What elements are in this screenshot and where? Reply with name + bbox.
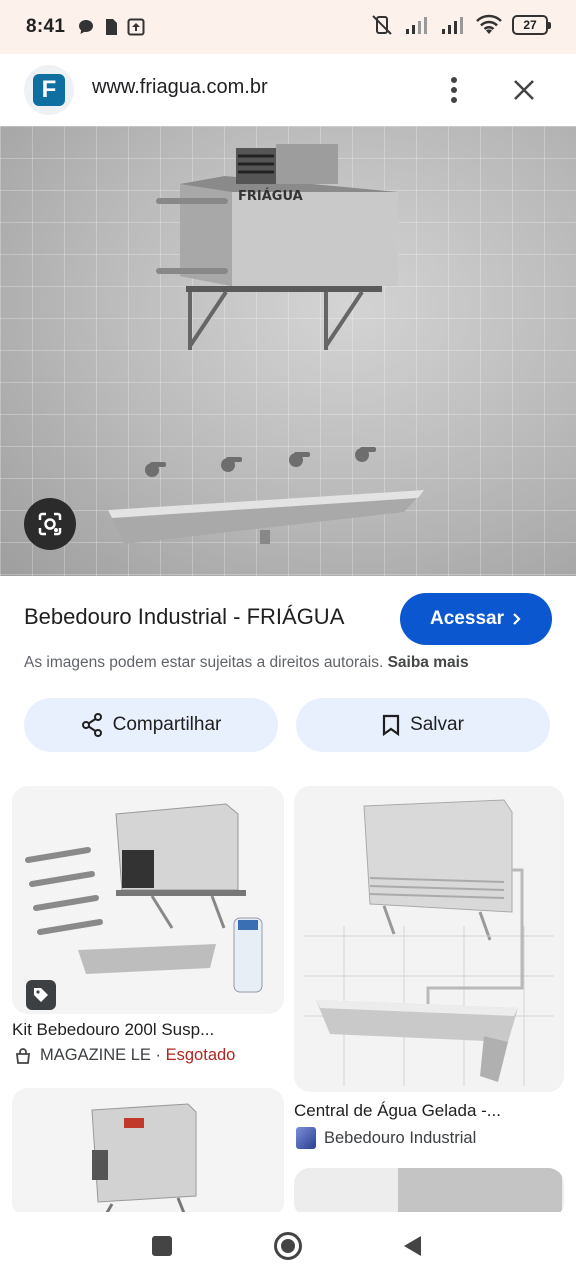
related-source-1: MAGAZINE LE · Esgotado [14, 1046, 235, 1065]
disclaimer-text: As imagens podem estar sujeitas a direit… [24, 654, 384, 671]
related-image-4[interactable] [294, 1168, 564, 1218]
home-circle-icon [274, 1232, 302, 1260]
back-button[interactable] [394, 1228, 430, 1264]
lens-icon [38, 512, 62, 536]
upload-icon [127, 18, 145, 36]
tag-icon [34, 988, 48, 1002]
chevron-right-icon [513, 613, 521, 625]
square-icon [152, 1236, 172, 1256]
vibrate-off-icon [372, 15, 392, 35]
visit-button[interactable]: Acessar [400, 593, 552, 645]
close-icon [514, 80, 534, 100]
browser-bar: F www.friagua.com.br [0, 54, 576, 126]
related-source-2: Bebedouro Industrial [296, 1127, 476, 1149]
share-button[interactable]: Compartilhar [24, 698, 278, 752]
signal-2-icon [442, 17, 463, 34]
share-label: Compartilhar [112, 714, 222, 735]
back-triangle-icon [404, 1236, 421, 1256]
status-time: 8:41 [26, 16, 66, 37]
related-image-1[interactable] [12, 786, 284, 1014]
bookmark-icon [382, 714, 400, 736]
visit-label: Acessar [430, 608, 504, 629]
lens-button[interactable] [24, 498, 76, 550]
stock-status: Esgotado [165, 1046, 236, 1064]
source-separator: · [150, 1046, 166, 1064]
brand-text: FRIÁGUA [238, 188, 303, 204]
cooler-product-image [91, 1103, 197, 1218]
notification-icons [77, 18, 145, 36]
wifi-icon [476, 14, 502, 34]
result-title: Bebedouro Industrial - FRIÁGUA [24, 604, 345, 629]
navigation-bar [0, 1212, 576, 1280]
source-name-2: Bebedouro Industrial [324, 1128, 477, 1147]
water-central-image [304, 799, 554, 1086]
close-button[interactable] [508, 72, 540, 108]
source-name-1: MAGAZINE LE [40, 1046, 151, 1064]
file-icon [106, 19, 118, 35]
product-tag-badge [26, 980, 56, 1010]
home-button[interactable] [270, 1228, 306, 1264]
partial-product-image [294, 1168, 564, 1218]
learn-more-link[interactable]: Saiba mais [388, 654, 469, 671]
hero-image[interactable]: FRIÁGUA [0, 126, 576, 576]
site-favicon: F [24, 65, 74, 115]
status-bar: 8:41 27 [0, 0, 576, 54]
save-label: Salvar [410, 714, 464, 735]
system-icons: 27 [370, 14, 551, 36]
more-options-button[interactable] [440, 72, 468, 108]
copyright-disclaimer: As imagens podem estar sujeitas a direit… [24, 654, 469, 672]
save-button[interactable]: Salvar [296, 698, 550, 752]
related-title-2[interactable]: Central de Água Gelada -... [294, 1101, 501, 1121]
battery-icon: 27 [512, 15, 551, 35]
related-image-2[interactable] [294, 786, 564, 1092]
shopping-bag-icon [15, 1047, 31, 1064]
recents-button[interactable] [144, 1228, 180, 1264]
related-image-3[interactable] [12, 1088, 284, 1218]
related-title-1[interactable]: Kit Bebedouro 200l Susp... [12, 1020, 214, 1040]
signal-icon [406, 17, 427, 34]
product-illustration: FRIÁGUA [108, 144, 424, 544]
chat-bubble-icon [79, 20, 94, 34]
source-favicon [296, 1127, 316, 1149]
favicon-letter: F [33, 74, 65, 106]
share-icon [81, 713, 102, 737]
more-vert-icon [451, 77, 457, 103]
site-url[interactable]: www.friagua.com.br [92, 76, 268, 99]
